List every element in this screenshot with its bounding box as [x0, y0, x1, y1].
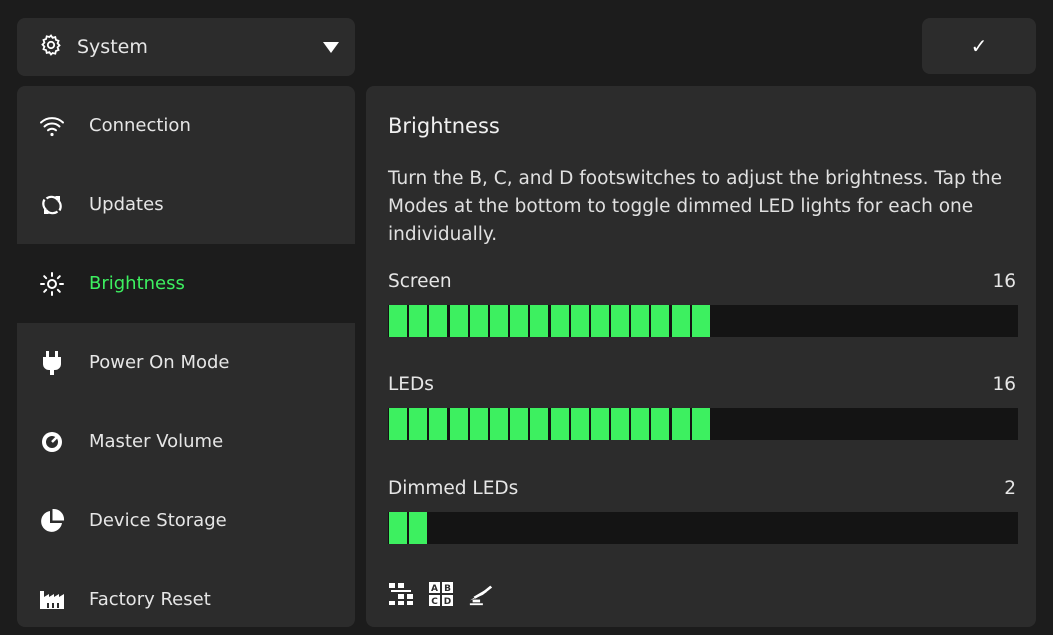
slider-segment: [590, 408, 609, 440]
settings-sidebar: Connection Updates Brightness Power On M…: [17, 86, 355, 627]
slider-segment: [590, 305, 609, 337]
sidebar-item-label: Connection: [89, 115, 191, 136]
slider-segment: [389, 305, 407, 337]
sidebar-item-label: Brightness: [89, 273, 185, 294]
slider-segment: [671, 408, 690, 440]
slider-segment: [409, 512, 428, 544]
slider-segment: [489, 305, 508, 337]
chevron-down-icon: [323, 41, 339, 53]
svg-text:C: C: [431, 597, 438, 607]
slider-track[interactable]: [388, 305, 1018, 337]
slider-track[interactable]: [388, 408, 1018, 440]
slider-segment: [631, 305, 650, 337]
slider-segment: [429, 305, 448, 337]
slider-segment: [530, 305, 549, 337]
slider-segment: [671, 305, 690, 337]
sidebar-item-power-on-mode[interactable]: Power On Mode: [17, 323, 355, 402]
screen-brightness-slider: Screen 16: [388, 271, 1018, 337]
svg-text:D: D: [444, 597, 451, 607]
svg-text:B: B: [444, 584, 451, 594]
sidebar-item-label: Master Volume: [89, 431, 224, 452]
leds-brightness-slider: LEDs 16: [388, 374, 1018, 440]
slider-value: 16: [992, 374, 1016, 395]
slider-segment: [691, 408, 710, 440]
sidebar-item-master-volume[interactable]: Master Volume: [17, 402, 355, 481]
slider-segment: [651, 305, 670, 337]
slider-segment: [570, 408, 589, 440]
svg-text:A: A: [431, 584, 438, 594]
mode-toggles: A B C D: [388, 581, 494, 607]
sidebar-item-label: Factory Reset: [89, 589, 211, 610]
pie-chart-icon: [39, 508, 65, 534]
slider-label: Dimmed LEDs: [388, 478, 519, 499]
brightness-panel: Brightness Turn the B, C, and D footswit…: [366, 86, 1036, 627]
slider-segment: [409, 305, 428, 337]
stomp-mode-icon[interactable]: [388, 581, 414, 607]
slider-segment: [510, 408, 529, 440]
slider-segment: [449, 408, 468, 440]
sidebar-item-factory-reset[interactable]: Factory Reset: [17, 560, 355, 627]
slider-segment: [409, 408, 428, 440]
slider-value: 16: [992, 271, 1016, 292]
slider-segment: [510, 305, 529, 337]
slider-value: 2: [1004, 478, 1016, 499]
slider-segment: [469, 305, 488, 337]
confirm-button[interactable]: ✓: [922, 18, 1036, 74]
sidebar-item-brightness[interactable]: Brightness: [17, 244, 355, 323]
slider-segment: [651, 408, 670, 440]
panel-description: Turn the B, C, and D footswitches to adj…: [388, 168, 1002, 245]
sidebar-item-device-storage[interactable]: Device Storage: [17, 481, 355, 560]
factory-icon: [39, 587, 65, 613]
slider-track[interactable]: [388, 512, 1018, 544]
plug-icon: [39, 350, 65, 376]
refresh-icon: [39, 192, 65, 218]
slider-segment: [611, 305, 630, 337]
slider-segment: [429, 408, 448, 440]
slider-segment: [611, 408, 630, 440]
slider-segment: [570, 305, 589, 337]
slider-segment: [691, 305, 710, 337]
slider-segment: [631, 408, 650, 440]
volume-knob-icon: [39, 429, 65, 455]
dimmed-leds-brightness-slider: Dimmed LEDs 2: [388, 478, 1018, 544]
slider-label: Screen: [388, 271, 452, 292]
sidebar-item-updates[interactable]: Updates: [17, 165, 355, 244]
slider-label: LEDs: [388, 374, 434, 395]
preset-mode-icon[interactable]: [468, 581, 494, 607]
sidebar-item-label: Updates: [89, 194, 164, 215]
panel-title: Brightness: [388, 114, 500, 138]
slider-segment: [550, 408, 569, 440]
slider-segment: [469, 408, 488, 440]
slider-segment: [389, 512, 407, 544]
category-select[interactable]: System: [17, 18, 355, 76]
check-icon: ✓: [970, 34, 988, 58]
sidebar-item-label: Device Storage: [89, 510, 227, 531]
sidebar-item-label: Power On Mode: [89, 352, 230, 373]
slider-segment: [530, 408, 549, 440]
slider-segment: [389, 408, 407, 440]
wifi-icon: [39, 113, 65, 139]
sidebar-item-connection[interactable]: Connection: [17, 86, 355, 165]
abcd-mode-icon[interactable]: A B C D: [428, 581, 454, 607]
slider-segment: [449, 305, 468, 337]
gear-icon: [39, 33, 63, 61]
category-select-label: System: [77, 36, 148, 58]
slider-segment: [550, 305, 569, 337]
brightness-icon: [39, 271, 65, 297]
slider-segment: [489, 408, 508, 440]
